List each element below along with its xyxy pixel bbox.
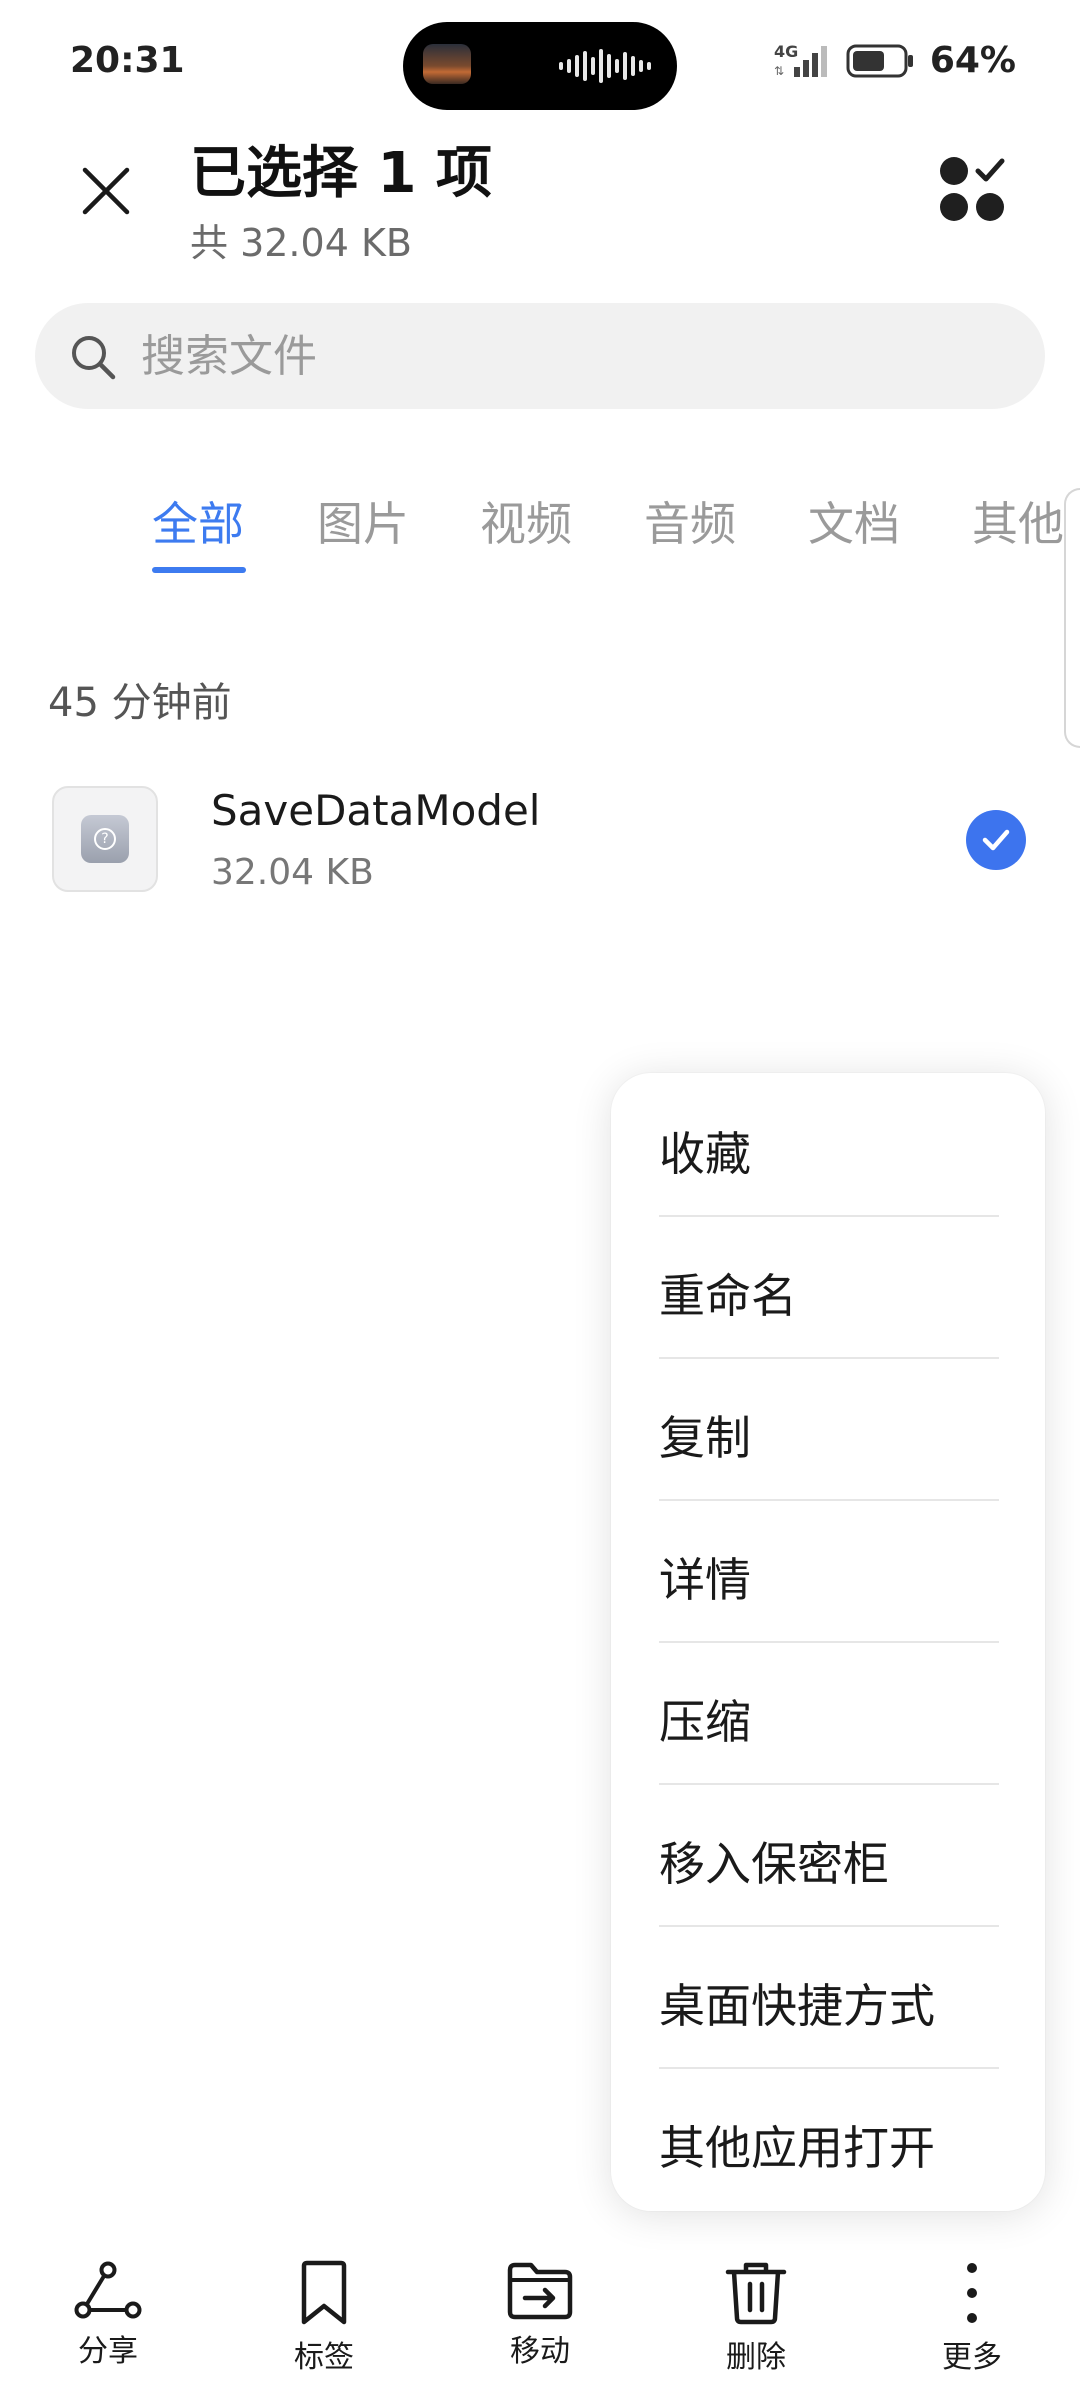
select-all-button[interactable] xyxy=(938,155,1008,225)
menu-item-rename[interactable]: 重命名 xyxy=(659,1222,999,1364)
file-size: 32.04 KB xyxy=(211,852,374,893)
bottom-toolbar: 分享 标签 移动 删除 更多 xyxy=(0,2240,1080,2398)
tag-label: 标签 xyxy=(294,2340,354,2375)
status-indicators: 4G ⇅ 64% xyxy=(774,40,1016,81)
battery-percentage: 64% xyxy=(929,40,1016,81)
menu-divider xyxy=(659,1641,999,1643)
checkmark-icon xyxy=(982,829,1010,851)
delete-button[interactable]: 删除 xyxy=(686,2240,826,2390)
menu-item-move-to-safe[interactable]: 移入保密柜 xyxy=(659,1790,999,1932)
share-icon xyxy=(74,2261,142,2319)
page-title: 已选择 1 项 xyxy=(190,141,492,206)
menu-item-open-with[interactable]: 其他应用打开 xyxy=(659,2074,999,2216)
more-button[interactable]: 更多 xyxy=(902,2240,1042,2390)
media-thumbnail xyxy=(423,44,471,84)
audio-waveform-icon xyxy=(559,48,655,84)
tab-other[interactable]: 其他 xyxy=(972,488,1064,554)
close-button[interactable] xyxy=(70,155,142,227)
tab-audio[interactable]: 音频 xyxy=(644,488,736,554)
menu-divider xyxy=(659,1357,999,1359)
section-header-time: 45 分钟前 xyxy=(48,680,232,726)
signal-icon: 4G ⇅ xyxy=(774,42,827,78)
menu-divider xyxy=(659,2067,999,2069)
menu-divider xyxy=(659,1783,999,1785)
bookmark-icon xyxy=(301,2260,347,2325)
more-label: 更多 xyxy=(942,2340,1002,2375)
more-options-menu: 收藏 重命名 复制 详情 压缩 移入保密柜 桌面快捷方式 其他应用打开 xyxy=(611,1073,1045,2211)
more-vertical-icon xyxy=(967,2263,977,2323)
trash-icon xyxy=(725,2262,787,2325)
move-label: 移动 xyxy=(510,2334,570,2369)
menu-divider xyxy=(659,1499,999,1501)
tab-documents[interactable]: 文档 xyxy=(808,488,900,554)
list-item[interactable]: ? SaveDataModel 32.04 KB xyxy=(0,770,1080,910)
close-icon xyxy=(82,167,130,215)
network-type: 4G xyxy=(774,42,798,61)
search-bar[interactable] xyxy=(35,303,1045,409)
file-name: SaveDataModel xyxy=(211,786,541,835)
menu-divider xyxy=(659,1215,999,1217)
status-time: 20:31 xyxy=(70,40,185,81)
move-folder-icon xyxy=(507,2262,573,2320)
battery-icon xyxy=(846,44,913,77)
menu-item-desktop-shortcut[interactable]: 桌面快捷方式 xyxy=(659,1932,999,2074)
selected-checkbox[interactable] xyxy=(966,810,1026,870)
tab-all[interactable]: 全部 xyxy=(152,488,244,554)
share-label: 分享 xyxy=(78,2334,138,2369)
tag-button[interactable]: 标签 xyxy=(254,2240,394,2390)
tab-videos[interactable]: 视频 xyxy=(480,488,572,554)
move-button[interactable]: 移动 xyxy=(470,2240,610,2390)
file-type-icon: ? xyxy=(52,786,158,892)
search-icon xyxy=(72,336,116,380)
active-tab-indicator xyxy=(152,567,246,573)
menu-item-details[interactable]: 详情 xyxy=(659,1506,999,1648)
tab-images[interactable]: 图片 xyxy=(317,488,409,554)
menu-item-copy[interactable]: 复制 xyxy=(659,1364,999,1506)
menu-item-favorite[interactable]: 收藏 xyxy=(659,1080,999,1222)
selection-size: 共 32.04 KB xyxy=(190,221,412,265)
menu-divider xyxy=(659,1925,999,1927)
select-all-icon xyxy=(940,157,1005,221)
dynamic-island[interactable] xyxy=(403,22,677,110)
category-tabs: 全部 图片 视频 音频 文档 其他 xyxy=(0,488,1080,578)
svg-text:⇅: ⇅ xyxy=(774,64,784,78)
side-panel-handle[interactable] xyxy=(1064,488,1080,748)
search-input[interactable] xyxy=(141,303,1001,409)
menu-item-compress[interactable]: 压缩 xyxy=(659,1648,999,1790)
share-button[interactable]: 分享 xyxy=(38,2240,178,2390)
delete-label: 删除 xyxy=(726,2340,786,2375)
